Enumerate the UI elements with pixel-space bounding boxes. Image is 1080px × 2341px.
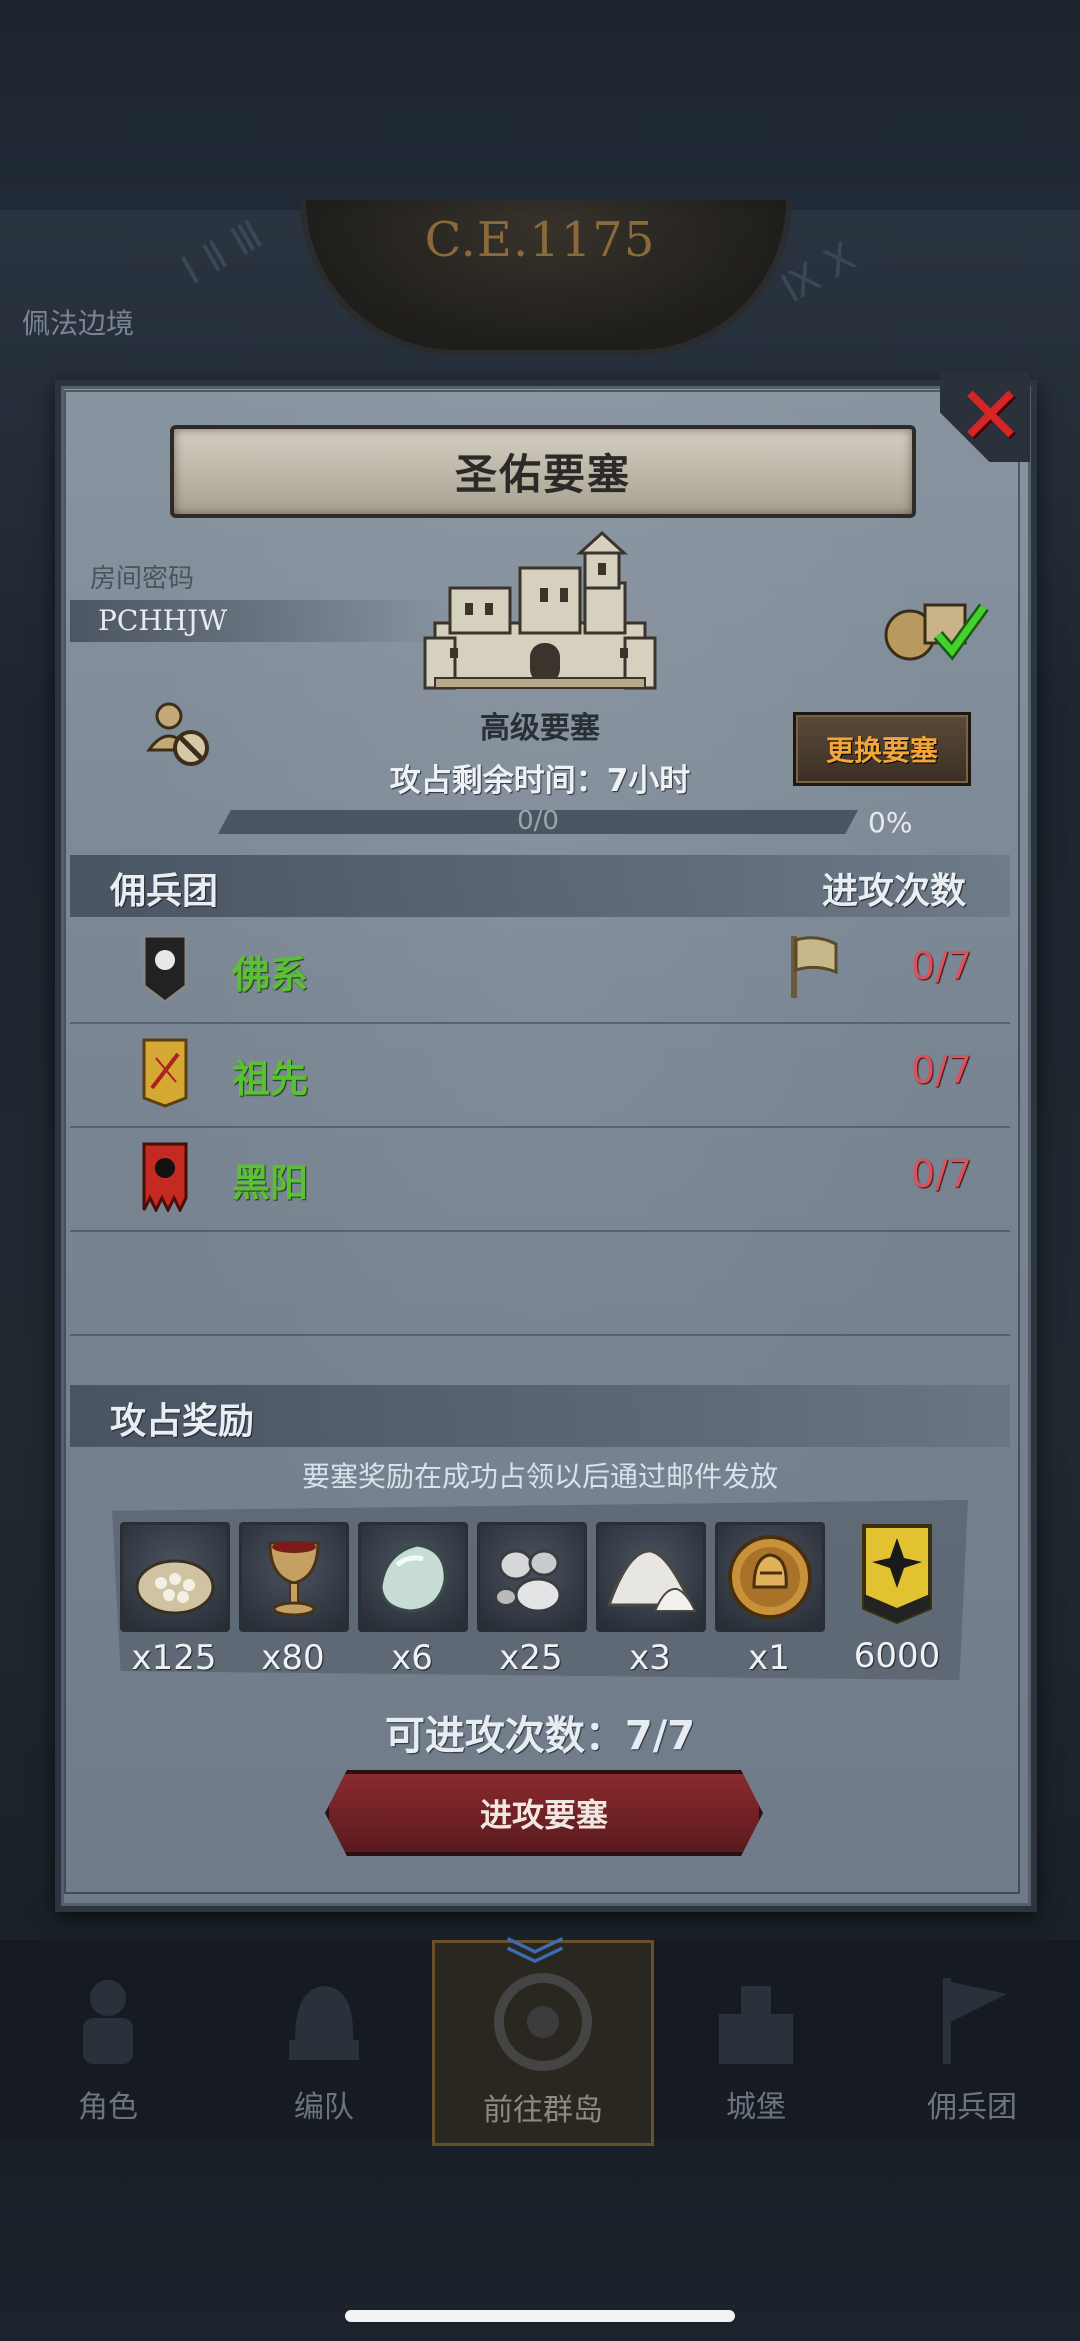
reward-item[interactable]: 6000 (842, 1522, 952, 1676)
change-fortress-button[interactable]: 更换要塞 (793, 712, 971, 786)
nav-label: 城堡 (726, 2090, 786, 2125)
top-backdrop (0, 0, 1080, 210)
nav-label: 佣兵团 (927, 2090, 1017, 2125)
chevron-down-icon: ︾ (505, 1933, 565, 2003)
reward-item[interactable]: x3 (596, 1522, 706, 1678)
guild-attack-count: 0/7 (910, 1152, 972, 1196)
nav-item-character[interactable]: 角色 (0, 1940, 216, 2140)
nav-label: 前往群岛 (483, 2093, 603, 2128)
reward-quantity: x80 (261, 1638, 325, 1678)
salt-pile-icon (606, 1549, 697, 1612)
castle-icon (719, 1986, 793, 2064)
silver-ore-icon (495, 1549, 562, 1613)
flag-icon (791, 936, 838, 998)
reward-quantity: x3 (629, 1638, 671, 1678)
guild-row[interactable]: 佛系 0/7 (70, 918, 1010, 1024)
attack-fortress-label: 进攻要塞 (479, 1796, 608, 1834)
guild-name: 黑阳 (232, 1161, 309, 1205)
nav-item-castle[interactable]: 城堡 (648, 1940, 864, 2140)
room-code[interactable]: PCHHJW (98, 604, 227, 637)
capture-progress-text: 0/0 (517, 806, 559, 836)
empty-guild-slot (70, 1230, 1010, 1336)
loot-collected-icon[interactable] (880, 585, 992, 665)
guild-row[interactable]: 黑阳 0/7 (70, 1126, 1010, 1232)
guild-row[interactable]: 祖先 0/7 (70, 1022, 1010, 1128)
guild-attack-count: 0/7 (910, 1048, 972, 1092)
reward-quantity: x1 (748, 1638, 790, 1678)
guild-attack-count: 0/7 (910, 944, 972, 988)
reward-item[interactable]: x125 (120, 1522, 230, 1678)
fortress-type: 高级要塞 (480, 711, 600, 746)
attack-count-header: 进攻次数 (822, 871, 967, 912)
wine-goblet-icon (268, 1541, 320, 1617)
flag-icon (943, 1978, 1007, 2064)
capture-time-remaining: 攻占剩余时间：7小时 (389, 763, 691, 799)
reward-quantity: x6 (391, 1638, 433, 1678)
nav-label: 角色 (78, 2090, 138, 2125)
nav-item-mercenary[interactable]: 佣兵团 (864, 1940, 1080, 2140)
reward-quantity: x25 (499, 1638, 563, 1678)
mercenary-header: 佣兵团 (110, 871, 219, 912)
dialog-title: 圣佑要塞 (454, 450, 631, 499)
reward-header: 攻占奖励 (110, 1401, 255, 1442)
fortress-icon (423, 530, 657, 690)
guild-banner-emblem-icon (862, 1524, 932, 1625)
guild-name: 佛系 (232, 953, 309, 997)
reward-item[interactable]: x1 (715, 1522, 825, 1678)
capture-progress-percent: 0% (868, 806, 913, 839)
map-region-label: 佩法边境 (22, 307, 135, 340)
red-black-sun-banner-icon (142, 1142, 188, 1212)
knight-icon (83, 1980, 133, 2064)
change-fortress-label: 更换要塞 (825, 734, 938, 767)
room-password-label: 房间密码 (90, 564, 195, 594)
helmet-icon (289, 1986, 359, 2060)
reward-item[interactable]: x6 (358, 1522, 468, 1678)
era-label: C.E.1175 (424, 212, 656, 268)
white-sun-banner-icon (142, 934, 188, 1004)
home-indicator[interactable] (345, 2310, 735, 2322)
nav-item-formation[interactable]: 编队 (216, 1940, 432, 2140)
yellow-slash-banner-icon (142, 1038, 188, 1108)
reward-quantity: 6000 (853, 1636, 941, 1676)
title-plate: 圣佑要塞 (170, 425, 916, 518)
no-member-icon[interactable] (145, 700, 215, 770)
reward-note: 要塞奖励在成功占领以后通过邮件发放 (301, 1460, 778, 1493)
reward-quantity: x125 (131, 1638, 217, 1678)
attempts-remaining: 可进攻次数：7/7 (384, 1713, 696, 1759)
reward-item[interactable]: x80 (239, 1522, 349, 1678)
pale-gem-icon (379, 1543, 447, 1613)
knight-medal-icon (728, 1535, 812, 1619)
grain-sack-icon (135, 1559, 215, 1615)
nav-label: 编队 (294, 2090, 354, 2125)
guild-name: 祖先 (232, 1057, 309, 1101)
reward-item[interactable]: x25 (477, 1522, 587, 1678)
attack-fortress-button[interactable]: 进攻要塞 (325, 1770, 763, 1856)
